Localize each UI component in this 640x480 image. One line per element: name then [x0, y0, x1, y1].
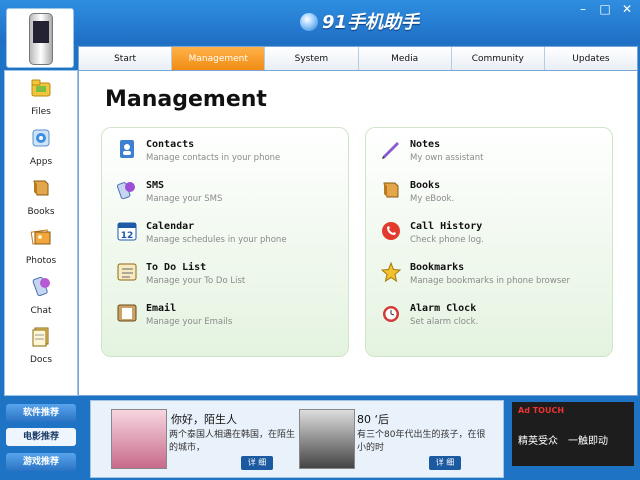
sidebar-item-books[interactable]: Books — [5, 177, 77, 217]
game-recommend-button[interactable]: 游戏推荐 — [6, 453, 76, 471]
sidebar-item-apps[interactable]: Apps — [5, 127, 77, 167]
alarm-clock-icon — [383, 306, 399, 322]
sidebar-item-photos[interactable]: Photos — [5, 226, 77, 266]
feature-title: Call History — [410, 221, 483, 232]
feature-title: To Do List — [146, 262, 207, 273]
right-feature-panel: Notes My own assistant Books My eBook. C… — [365, 127, 613, 357]
page-title: Management — [105, 87, 267, 112]
tab-system[interactable]: System — [265, 47, 359, 71]
software-recommend-button[interactable]: 软件推荐 — [6, 404, 76, 422]
main-panel: Management Contacts Manage contacts in y… — [78, 70, 638, 396]
photos-icon — [30, 229, 51, 245]
book-icon — [383, 182, 399, 198]
email-icon — [117, 304, 137, 322]
tab-start[interactable]: Start — [79, 47, 173, 71]
feature-title: Bookmarks — [410, 262, 465, 273]
feature-title: Contacts — [146, 139, 195, 150]
tab-bar: Start Management System Media Community … — [78, 46, 638, 71]
sidebar-item-label: Files — [31, 107, 51, 117]
feature-desc: Manage bookmarks in phone browser — [410, 276, 570, 286]
books-icon — [33, 180, 49, 196]
feature-todo[interactable]: To Do List Manage your To Do List — [116, 261, 346, 295]
feature-alarm-clock[interactable]: Alarm Clock Set alarm clock. — [380, 302, 610, 336]
feature-desc: Manage your To Do List — [146, 276, 246, 286]
card-title[interactable]: 你好，陌生人 — [171, 411, 237, 427]
app-logo: 91手机助手 — [300, 8, 419, 34]
close-button[interactable]: ✕ — [618, 2, 636, 16]
feature-title: Email — [146, 303, 177, 314]
sidebar-item-chat[interactable]: Chat — [5, 276, 77, 316]
feature-title: Calendar — [146, 221, 195, 232]
feature-desc: Manage your SMS — [146, 194, 223, 204]
feature-sms[interactable]: SMS Manage your SMS — [116, 179, 346, 213]
sidebar-item-files[interactable]: Files — [5, 77, 77, 117]
maximize-button[interactable]: □ — [596, 2, 614, 16]
title-bar: 91手机助手 – □ ✕ — [0, 0, 640, 44]
todo-icon — [117, 263, 137, 281]
feature-desc: Set alarm clock. — [410, 317, 479, 327]
feature-contacts[interactable]: Contacts Manage contacts in your phone — [116, 138, 346, 172]
feature-title: Alarm Clock — [410, 303, 477, 314]
feature-call-history[interactable]: Call History Check phone log. — [380, 220, 610, 254]
feature-desc: Manage contacts in your phone — [146, 153, 281, 163]
notes-icon — [382, 142, 399, 159]
feature-desc: My eBook. — [410, 194, 455, 204]
sidebar-item-label: Chat — [30, 306, 52, 316]
feature-desc: My own assistant — [410, 153, 484, 163]
feature-desc: Check phone log. — [410, 235, 484, 245]
feature-bookmarks[interactable]: Bookmarks Manage bookmarks in phone brow… — [380, 261, 610, 295]
tab-media[interactable]: Media — [359, 47, 452, 71]
movie-recommend-button[interactable]: 电影推荐 — [6, 428, 76, 446]
detail-button[interactable]: 详 细 — [241, 456, 273, 470]
card-title[interactable]: 80 ‘后 — [357, 411, 389, 427]
sidebar-item-label: Docs — [29, 355, 53, 365]
minimize-button[interactable]: – — [574, 2, 592, 16]
docs-icon — [32, 327, 49, 347]
contacts-icon — [120, 140, 134, 158]
feature-title: Books — [410, 180, 441, 191]
sidebar-item-label: Apps — [29, 157, 53, 167]
recommend-panel: 你好，陌生人 两个泰国人相遇在韩国，在陌生的城市， 详 细 80 ‘后 有三个8… — [90, 400, 504, 478]
feature-notes[interactable]: Notes My own assistant — [380, 138, 610, 172]
sms-icon — [116, 182, 135, 200]
logo-icon — [300, 13, 318, 31]
left-feature-panel: Contacts Manage contacts in your phone S… — [101, 127, 349, 357]
movie-cover-image[interactable] — [299, 409, 355, 469]
chat-icon — [32, 276, 50, 297]
device-tile[interactable] — [6, 8, 74, 68]
ad-slogan: 精英受众 一触即动 — [518, 436, 608, 447]
calendar-number: 12 — [121, 231, 134, 241]
feature-title: Notes — [410, 139, 441, 150]
bookmark-icon — [380, 261, 402, 283]
ad-brand: Ad TOUCH — [518, 406, 565, 415]
apps-icon — [32, 129, 50, 147]
tab-community[interactable]: Community — [452, 47, 545, 71]
feature-calendar[interactable]: 12 Calendar Manage schedules in your pho… — [116, 220, 346, 254]
feature-desc: Manage your Emails — [146, 317, 233, 327]
sidebar-item-docs[interactable]: Docs — [5, 325, 77, 365]
feature-books[interactable]: Books My eBook. — [380, 179, 610, 213]
sidebar: Files Apps Books Photos Chat Docs — [4, 70, 78, 396]
tab-updates[interactable]: Updates — [545, 47, 637, 71]
sidebar-item-label: Books — [27, 207, 55, 217]
feature-email[interactable]: Email Manage your Emails — [116, 302, 346, 336]
folder-icon — [31, 79, 51, 97]
call-history-icon — [382, 222, 400, 240]
tab-management[interactable]: Management — [172, 47, 266, 71]
card-desc: 有三个80年代出生的孩子，在很小的时 — [357, 430, 486, 453]
movie-cover-image[interactable] — [111, 409, 167, 469]
ad-banner[interactable]: Ad TOUCH 精英受众 一触即动 — [512, 402, 634, 466]
feature-desc: Manage schedules in your phone — [146, 235, 287, 245]
calendar-icon: 12 — [117, 222, 137, 241]
feature-title: SMS — [146, 180, 165, 191]
logo-text: 91手机助手 — [322, 12, 420, 33]
card-desc: 两个泰国人相遇在韩国，在陌生的城市， — [169, 430, 296, 453]
phone-icon — [29, 13, 53, 65]
sidebar-item-label: Photos — [25, 256, 57, 266]
detail-button[interactable]: 详 细 — [429, 456, 461, 470]
